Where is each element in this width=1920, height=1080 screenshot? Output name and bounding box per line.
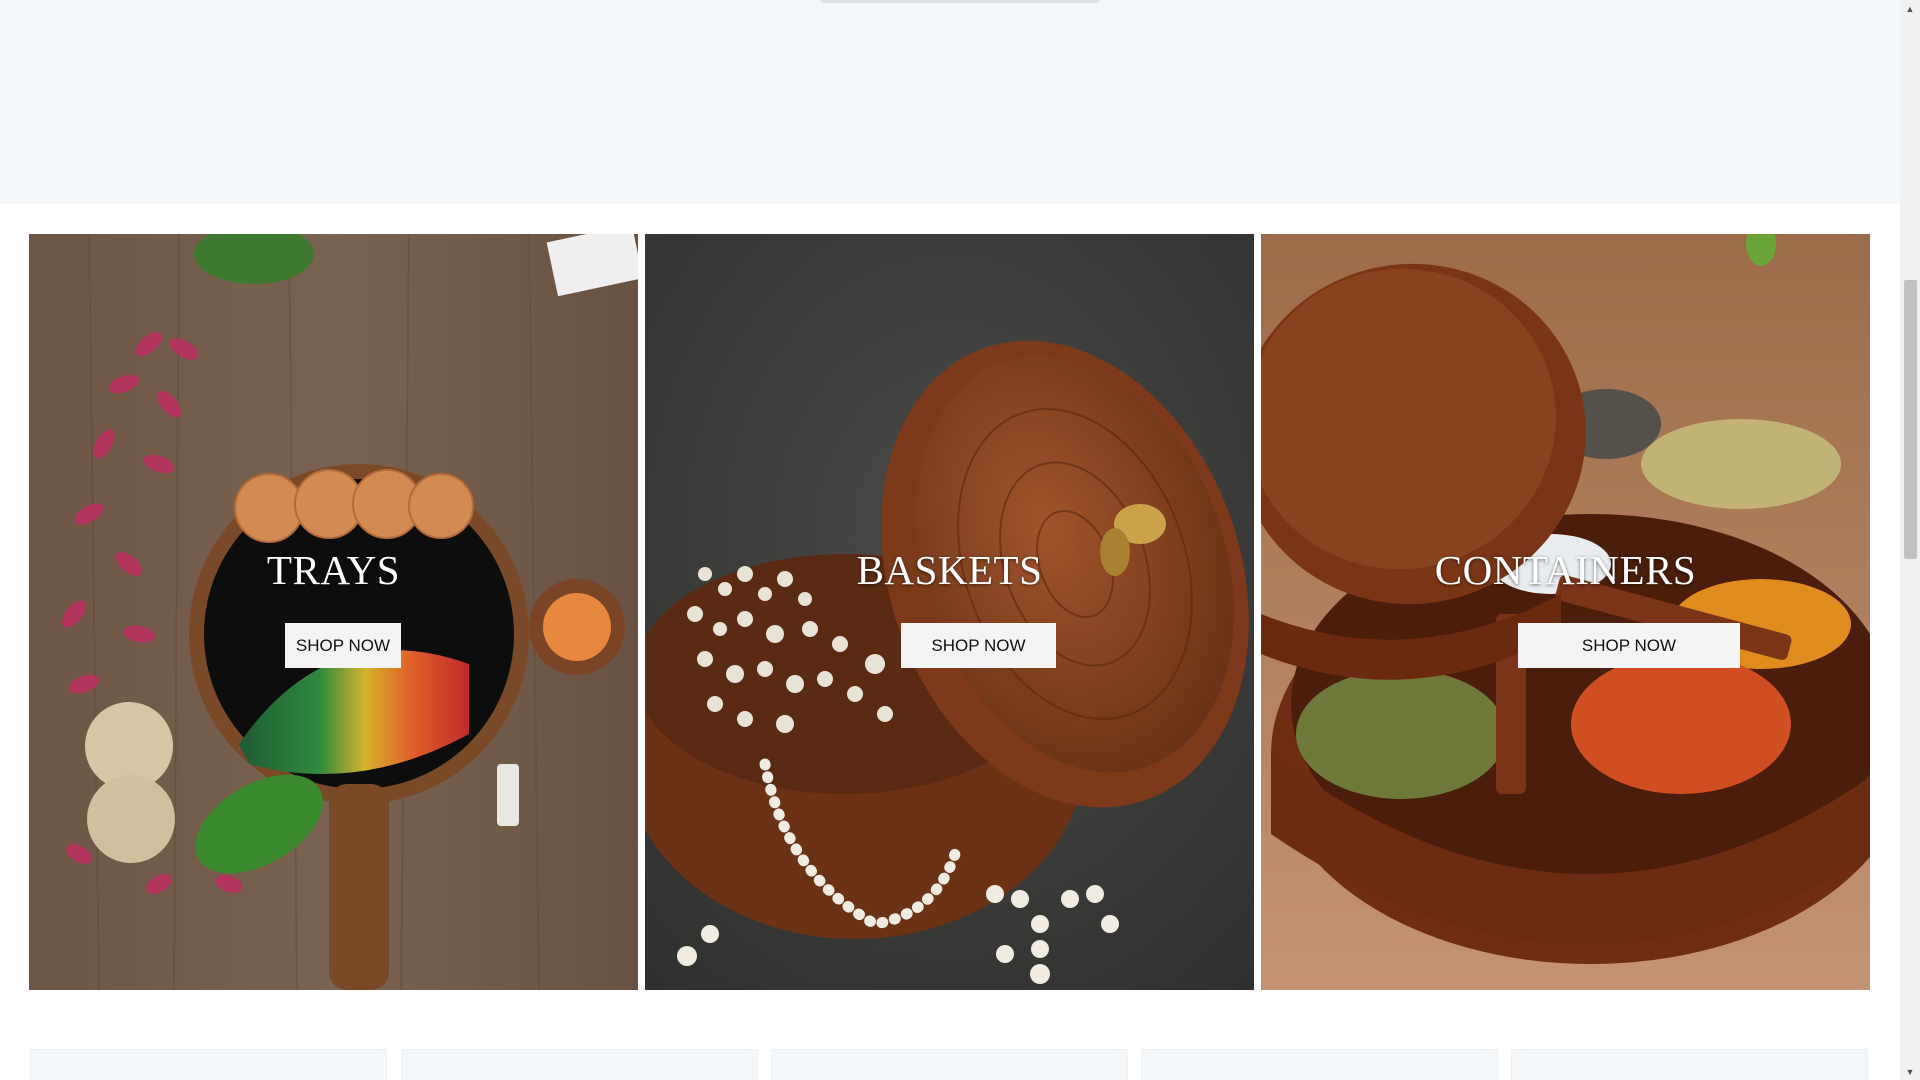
category-tile-baskets[interactable]: BASKETS SHOP NOW	[645, 234, 1254, 990]
shop-now-button-trays[interactable]: SHOP NOW	[285, 623, 401, 668]
vertical-scrollbar[interactable]: ▲ ▼	[1900, 0, 1920, 1080]
product-card-placeholder[interactable]	[1141, 1049, 1498, 1080]
baskets-image	[645, 234, 1254, 990]
top-section-edge	[820, 0, 1100, 3]
shop-now-button-baskets[interactable]: SHOP NOW	[901, 623, 1056, 668]
category-tile-containers[interactable]: CONTAINERS SHOP NOW	[1261, 234, 1870, 990]
containers-image	[1261, 234, 1870, 990]
category-title-containers: CONTAINERS	[1434, 547, 1697, 593]
next-section-cards	[30, 1049, 1870, 1080]
top-section-background	[0, 0, 1900, 204]
scroll-up-arrow-icon[interactable]: ▲	[1900, 0, 1920, 17]
category-title-trays: TRAYS	[266, 547, 401, 593]
product-card-placeholder[interactable]	[401, 1049, 758, 1080]
product-card-placeholder[interactable]	[30, 1049, 387, 1080]
scroll-down-arrow-icon[interactable]: ▼	[1900, 1063, 1920, 1080]
product-card-placeholder[interactable]	[1511, 1049, 1868, 1080]
scrollbar-thumb[interactable]	[1904, 280, 1917, 559]
category-tile-trays[interactable]: TRAYS SHOP NOW	[29, 234, 638, 990]
category-tiles: TRAYS SHOP NOW BASKETS SHOP NOW CONTAINE…	[29, 234, 1871, 990]
category-title-baskets: BASKETS	[856, 547, 1043, 593]
product-card-placeholder[interactable]	[771, 1049, 1128, 1080]
trays-image	[29, 234, 638, 990]
shop-now-button-containers[interactable]: SHOP NOW	[1518, 623, 1740, 668]
